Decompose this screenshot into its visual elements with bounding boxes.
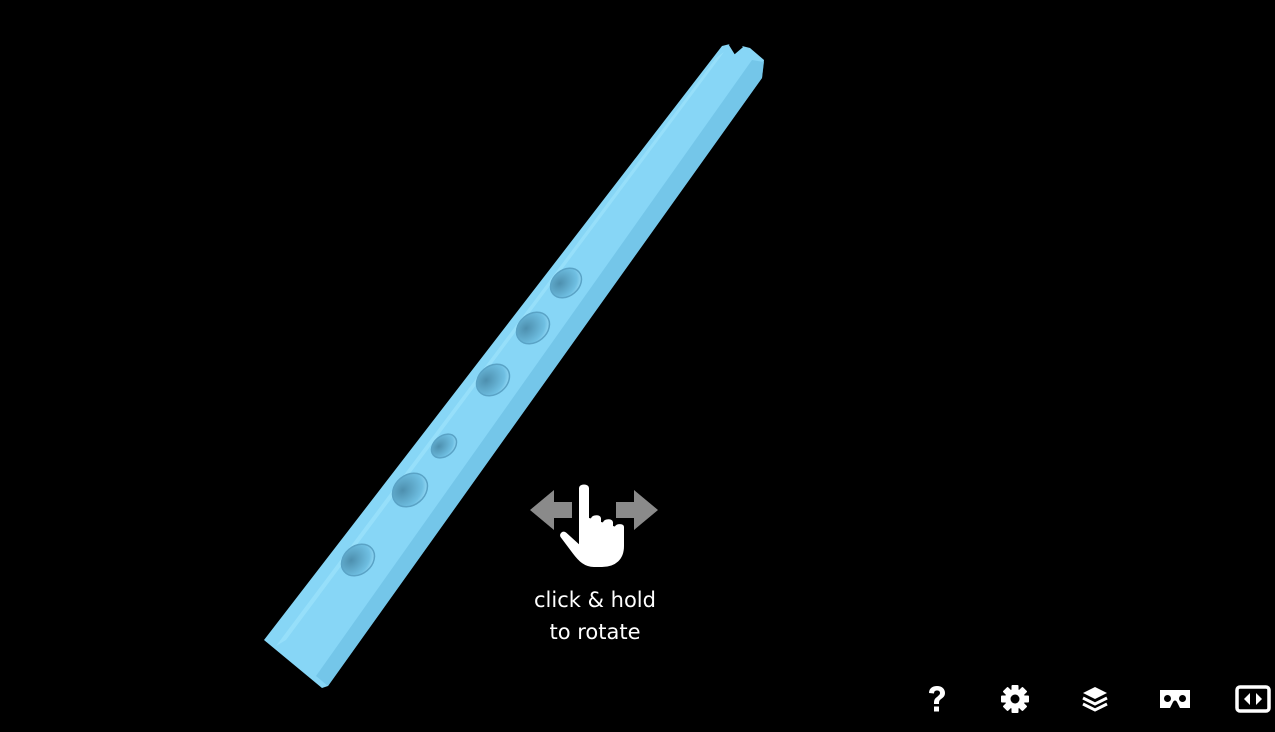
rotate-hint: click & hold to rotate <box>520 480 670 650</box>
hand-drag-icon <box>530 482 658 569</box>
viewer-toolbar <box>895 672 1275 728</box>
hint-text: click & hold to rotate <box>520 584 670 648</box>
hint-line-1: click & hold <box>534 588 656 612</box>
help-button[interactable] <box>917 679 957 719</box>
gear-icon <box>1001 685 1029 713</box>
vr-cardboard-icon <box>1160 690 1190 708</box>
question-icon <box>929 686 945 712</box>
fullscreen-button[interactable] <box>1233 679 1273 719</box>
layers-button[interactable] <box>1075 679 1115 719</box>
flute-body <box>264 44 764 688</box>
settings-button[interactable] <box>995 679 1035 719</box>
layers-icon <box>1082 687 1108 712</box>
expand-icon <box>1235 685 1271 713</box>
hint-line-2: to rotate <box>549 620 641 644</box>
vr-button[interactable] <box>1155 679 1195 719</box>
